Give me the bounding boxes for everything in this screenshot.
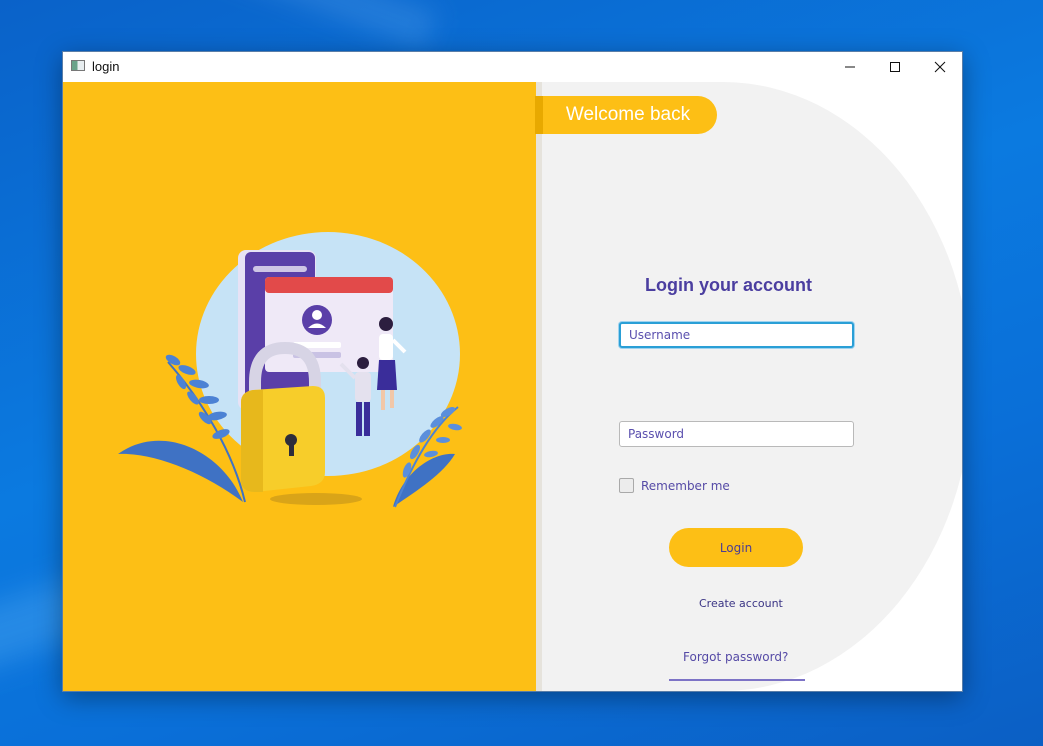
forgot-password-link[interactable]: Forgot password? xyxy=(683,650,788,664)
login-button[interactable]: Login xyxy=(669,528,803,567)
minimize-button[interactable] xyxy=(827,52,872,82)
remember-me-checkbox[interactable] xyxy=(619,478,634,493)
window-title: login xyxy=(92,59,120,74)
app-icon xyxy=(71,60,85,71)
username-input[interactable] xyxy=(619,322,854,348)
window-content: Welcome back Login your account Remember… xyxy=(63,82,962,691)
security-illustration xyxy=(118,232,462,508)
password-input[interactable] xyxy=(619,421,854,447)
illustration-panel xyxy=(63,82,536,691)
remember-me-option[interactable]: Remember me xyxy=(619,478,730,493)
forgot-password-underline xyxy=(669,679,805,681)
close-icon xyxy=(934,61,945,73)
remember-me-label: Remember me xyxy=(641,478,730,493)
title-bar[interactable]: login xyxy=(63,52,962,82)
minimize-icon xyxy=(844,66,855,68)
close-button[interactable] xyxy=(917,52,962,82)
page-title: Login your account xyxy=(645,275,813,295)
desktop-light-streak xyxy=(142,0,438,51)
welcome-banner: Welcome back xyxy=(535,96,717,134)
maximize-icon xyxy=(889,62,900,72)
create-account-link[interactable]: Create account xyxy=(699,597,783,610)
maximize-button[interactable] xyxy=(872,52,917,82)
login-window: login Welcome back Login your account Us… xyxy=(62,51,963,692)
